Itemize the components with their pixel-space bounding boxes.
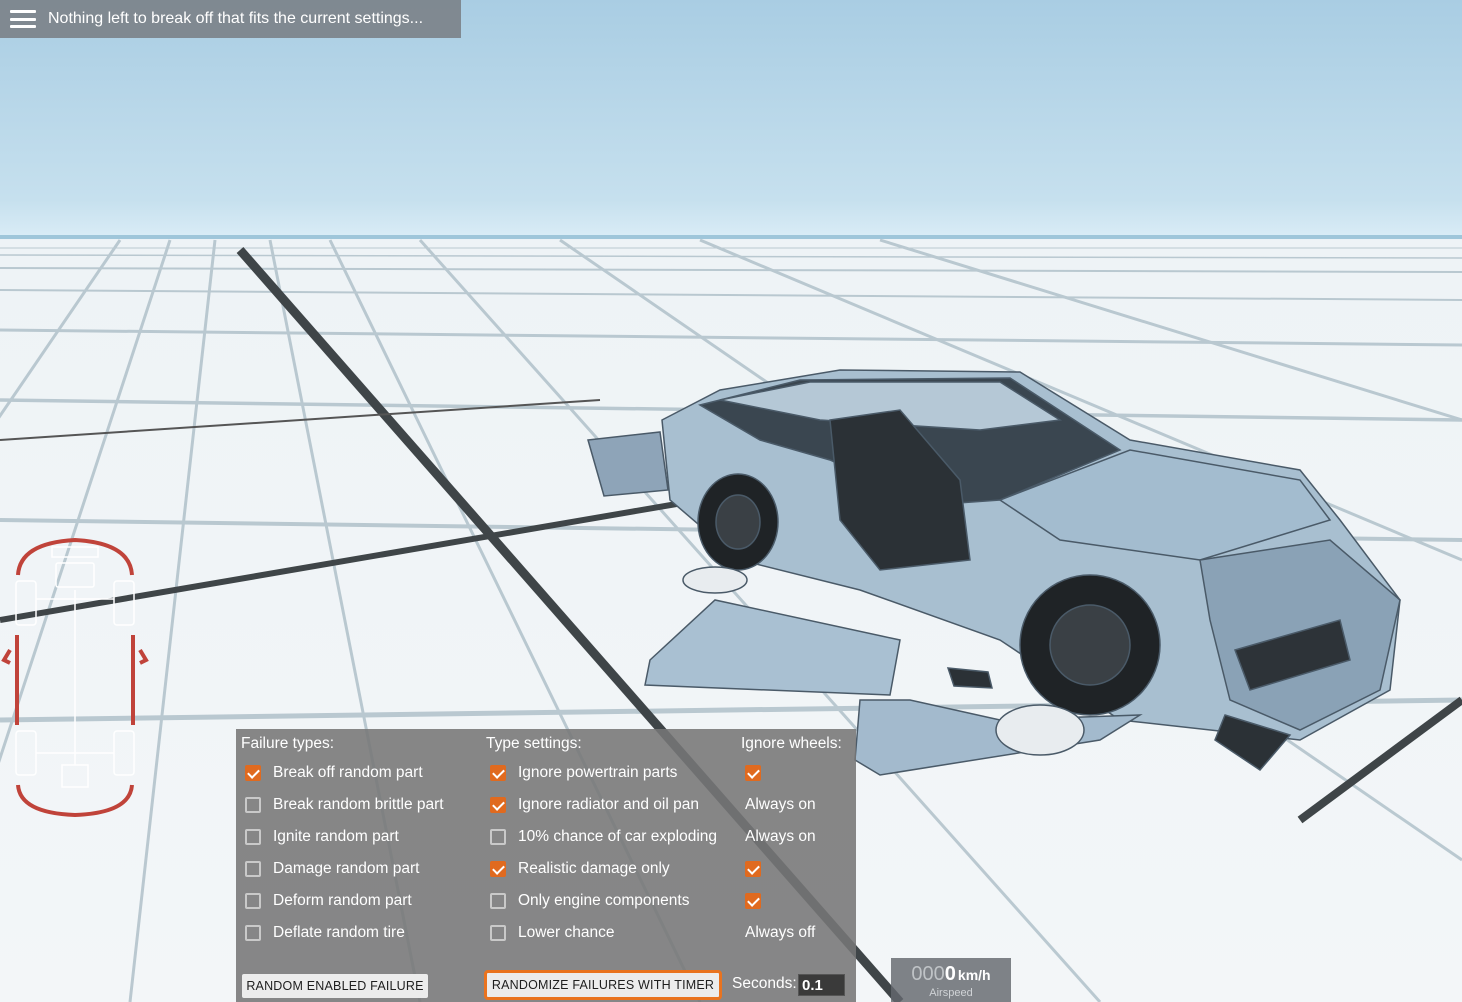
type-setting-label: 10% chance of car exploding <box>518 828 718 845</box>
failure-type-label: Deform random part <box>273 892 412 909</box>
ignore-wheels-row[interactable] <box>745 857 773 881</box>
failure-type-row[interactable]: Deform random part <box>245 889 412 913</box>
type-setting-checkbox[interactable] <box>490 925 506 941</box>
type-setting-checkbox[interactable] <box>490 765 506 781</box>
ignore-wheels-title: Ignore wheels: <box>741 735 842 752</box>
type-setting-checkbox[interactable] <box>490 829 506 845</box>
failure-type-checkbox[interactable] <box>245 925 261 941</box>
wheel-front-right <box>113 580 135 626</box>
failure-type-checkbox[interactable] <box>245 893 261 909</box>
type-setting-row[interactable]: Ignore powertrain parts <box>490 761 677 785</box>
speed-leading-digits: 000 <box>911 963 945 985</box>
ignore-wheels-checkbox[interactable] <box>745 861 761 877</box>
failure-type-row[interactable]: Break off random part <box>245 761 423 785</box>
small-part <box>946 667 993 689</box>
speed-caption: Airspeed <box>929 987 973 999</box>
ignore-wheels-row: Always on <box>745 825 816 849</box>
ignore-wheels-status-text: Always on <box>745 828 816 845</box>
type-setting-label: Only engine components <box>518 892 690 909</box>
rear-body-outline <box>16 784 134 818</box>
rear-wheel <box>697 473 779 571</box>
front-wheel <box>1019 574 1161 716</box>
seconds-label: Seconds: <box>732 975 797 992</box>
failure-type-checkbox[interactable] <box>245 861 261 877</box>
ignore-wheels-status-text: Always off <box>745 924 816 941</box>
failure-type-label: Damage random part <box>273 860 420 877</box>
right-side-outline <box>138 648 149 665</box>
type-setting-label: Ignore radiator and oil pan <box>518 796 699 813</box>
hubcap <box>682 566 748 594</box>
speed-unit: km/h <box>957 967 991 983</box>
vehicle-damage-diagram <box>1 537 149 818</box>
failure-type-row[interactable]: Break random brittle part <box>245 793 444 817</box>
differential-icon <box>61 764 89 788</box>
type-setting-checkbox[interactable] <box>490 861 506 877</box>
notification-message: Nothing left to break off that fits the … <box>48 10 424 27</box>
type-setting-row[interactable]: Only engine components <box>490 889 689 913</box>
ignore-wheels-checkbox[interactable] <box>745 893 761 909</box>
failure-type-label: Ignite random part <box>273 828 399 845</box>
hamburger-menu-icon[interactable] <box>10 10 36 28</box>
ignore-wheels-checkbox[interactable] <box>745 765 761 781</box>
failure-type-checkbox[interactable] <box>245 829 261 845</box>
type-setting-row[interactable]: Lower chance <box>490 921 615 945</box>
failure-type-label: Break random brittle part <box>273 796 444 813</box>
type-setting-checkbox[interactable] <box>490 797 506 813</box>
failure-type-checkbox[interactable] <box>245 797 261 813</box>
random-failure-panel: Failure types: Break off random part Brea… <box>236 729 856 1002</box>
left-side-outline <box>1 648 12 665</box>
radiator-icon <box>51 546 99 558</box>
random-enabled-failure-button[interactable]: RANDOM ENABLED FAILURE <box>242 974 428 998</box>
wheel-rear-right <box>113 730 135 776</box>
type-setting-checkbox[interactable] <box>490 893 506 909</box>
damaged-car <box>587 369 1401 776</box>
failure-type-row[interactable]: Ignite random part <box>245 825 399 849</box>
failure-type-row[interactable]: Deflate random tire <box>245 921 405 945</box>
failure-types-title: Failure types: <box>241 735 335 752</box>
type-setting-label: Realistic damage only <box>518 860 670 877</box>
randomize-failures-timer-button[interactable]: RANDOMIZE FAILURES WITH TIMER <box>484 970 722 1000</box>
notification-bar: Nothing left to break off that fits the … <box>0 0 461 38</box>
type-setting-label: Ignore powertrain parts <box>518 764 678 781</box>
failure-type-row[interactable]: Damage random part <box>245 857 419 881</box>
type-setting-row[interactable]: 10% chance of car exploding <box>490 825 717 849</box>
wheel-front-left <box>15 580 37 626</box>
failure-type-checkbox[interactable] <box>245 765 261 781</box>
wheel-rear-left <box>15 730 37 776</box>
hubcap <box>995 704 1085 756</box>
type-setting-label: Lower chance <box>518 924 615 941</box>
failure-type-label: Deflate random tire <box>273 924 405 941</box>
speedometer: 0000 km/h Airspeed <box>891 958 1011 1002</box>
type-setting-row[interactable]: Realistic damage only <box>490 857 670 881</box>
ignore-wheels-row: Always off <box>745 921 815 945</box>
seconds-input[interactable] <box>798 974 845 996</box>
ignore-wheels-row[interactable] <box>745 889 773 913</box>
type-settings-title: Type settings: <box>486 735 582 752</box>
ignore-wheels-row[interactable] <box>745 761 773 785</box>
type-setting-row[interactable]: Ignore radiator and oil pan <box>490 793 699 817</box>
horizon-line <box>0 235 1462 239</box>
engine-icon <box>55 562 95 588</box>
ignore-wheels-row: Always on <box>745 793 816 817</box>
speed-value: 0 <box>944 963 956 985</box>
detached-door <box>644 599 901 696</box>
ignore-wheels-status-text: Always on <box>745 796 816 813</box>
failure-type-label: Break off random part <box>273 764 423 781</box>
